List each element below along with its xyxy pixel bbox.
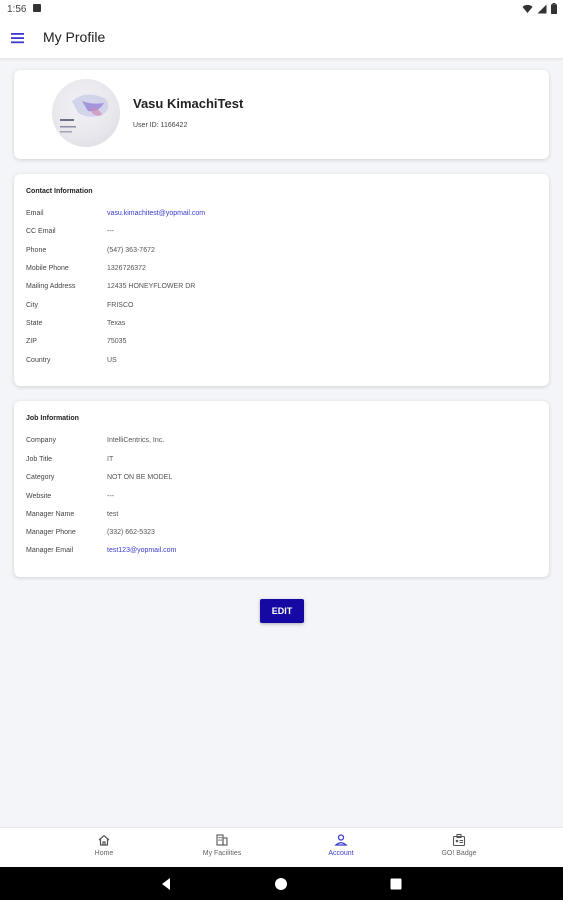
edit-button[interactable]: EDIT [260, 599, 304, 623]
field-value: 75035 [107, 338, 127, 345]
field-value: 1326726372 [107, 265, 146, 272]
home-circle-icon[interactable] [273, 876, 289, 892]
field-label: Manager Name [26, 511, 75, 518]
field-value: --- [107, 493, 114, 500]
field-value: (332) 662-5323 [107, 529, 155, 536]
contact-row-state: State Texas [26, 320, 536, 332]
contact-row-country: Country US [26, 357, 536, 369]
status-bar: 1:56 [0, 0, 563, 20]
field-value: Texas [107, 320, 126, 327]
home-icon [98, 834, 110, 846]
nav-item-go-badge[interactable]: GO! Badge [414, 833, 504, 857]
job-row-company: Company IntelliCentrics, Inc. [26, 437, 536, 449]
field-label: Website [26, 493, 52, 500]
battery-icon [551, 3, 557, 14]
field-label: Manager Phone [26, 529, 76, 536]
field-label: Mailing Address [26, 283, 76, 290]
job-information-card: Job Information Company IntelliCentrics,… [14, 401, 549, 577]
job-row-website: Website --- [26, 493, 536, 505]
field-label: Manager Email [26, 547, 74, 554]
field-label: Job Title [26, 456, 53, 463]
nav-label: Home [94, 850, 114, 857]
system-icons [522, 3, 557, 14]
field-value: IT [107, 456, 114, 463]
nav-label: My Facilities [202, 850, 242, 857]
field-label: Phone [26, 247, 47, 254]
section-title: Contact Information [26, 188, 93, 195]
status-time: 1:56 [7, 4, 27, 15]
building-icon [216, 834, 228, 846]
nav-label: GO! Badge [441, 850, 477, 857]
recents-icon[interactable] [388, 876, 404, 892]
nav-label: Account [328, 850, 354, 857]
field-label: State [26, 320, 43, 327]
avatar-image [60, 94, 109, 133]
field-value: IntelliCentrics, Inc. [107, 437, 165, 444]
field-value: US [107, 357, 117, 364]
nav-item-account[interactable]: Account [296, 833, 386, 857]
job-row-category: Category NOT ON BE MODEL [26, 474, 536, 486]
badge-icon [452, 833, 466, 847]
page-title: My Profile [43, 29, 106, 45]
user-id: User ID: 1166422 [133, 122, 188, 129]
contact-row-cc-email: CC Email --- [26, 228, 536, 240]
field-value: (547) 363-7672 [107, 247, 155, 254]
field-value: 12435 HONEYFLOWER DR [107, 283, 196, 290]
nav-item-home[interactable]: Home [59, 833, 149, 857]
person-icon [334, 834, 348, 846]
field-value: --- [107, 228, 114, 235]
field-label: Country [26, 357, 51, 364]
contact-row-mobile-phone: Mobile Phone 1326726372 [26, 265, 536, 277]
contact-row-zip: ZIP 75035 [26, 338, 536, 350]
email-link[interactable]: vasu.kimachitest@yopmail.com [107, 210, 205, 217]
bottom-navigation: Home My Facilities Account GO! Badge [0, 827, 563, 868]
field-label: City [26, 302, 39, 309]
contact-row-phone: Phone (547) 363-7672 [26, 247, 536, 259]
system-navigation-bar [0, 867, 563, 900]
field-label: Company [26, 437, 56, 444]
field-label: Mobile Phone [26, 265, 69, 272]
app-bar: My Profile [0, 20, 563, 59]
hamburger-menu-icon[interactable] [10, 30, 26, 46]
contact-row-mailing-address: Mailing Address 12435 HONEYFLOWER DR [26, 283, 536, 295]
notification-icon [33, 4, 41, 12]
field-label: ZIP [26, 338, 37, 345]
manager-email-link[interactable]: test123@yopmail.com [107, 547, 176, 554]
field-label: CC Email [26, 228, 56, 235]
section-title: Job Information [26, 415, 79, 422]
field-label: Email [26, 210, 44, 217]
job-row-job-title: Job Title IT [26, 456, 536, 468]
back-icon[interactable] [158, 876, 174, 892]
nav-item-my-facilities[interactable]: My Facilities [177, 833, 267, 857]
field-label: Category [26, 474, 55, 481]
field-value: test [107, 511, 119, 518]
job-row-manager-name: Manager Name test [26, 511, 536, 523]
job-row-manager-email: Manager Email test123@yopmail.com [26, 547, 536, 559]
field-value: NOT ON BE MODEL [107, 474, 173, 481]
signal-icon [537, 4, 547, 13]
avatar [52, 79, 120, 147]
contact-row-email: Email vasu.kimachitest@yopmail.com [26, 210, 536, 222]
field-value: FRISCO [107, 302, 134, 309]
job-row-manager-phone: Manager Phone (332) 662-5323 [26, 529, 536, 541]
user-name: Vasu KimachiTest [133, 96, 244, 111]
contact-information-card: Contact Information Email vasu.kimachite… [14, 174, 549, 386]
profile-card: Vasu KimachiTest User ID: 1166422 [14, 70, 549, 159]
contact-row-city: City FRISCO [26, 302, 536, 314]
wifi-icon [522, 4, 533, 13]
